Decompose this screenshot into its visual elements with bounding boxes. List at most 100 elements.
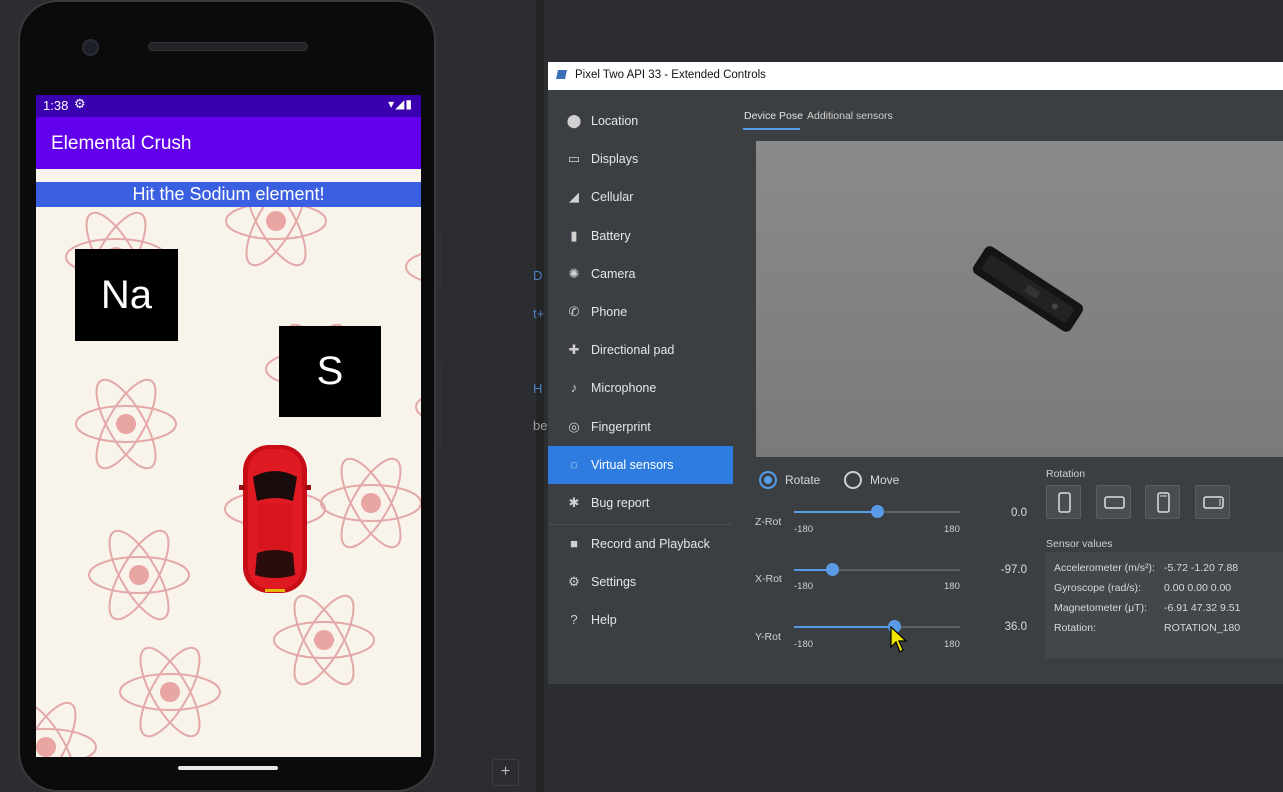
magnetometer-values: -6.91 47.32 9.51 <box>1164 602 1241 614</box>
move-label: Move <box>870 473 900 487</box>
accelerometer-values: -5.72 -1.20 7.88 <box>1164 562 1239 574</box>
add-button[interactable]: + <box>492 759 519 786</box>
front-camera <box>82 39 99 56</box>
sidebar-item-label: Directional pad <box>591 343 675 357</box>
extended-controls-window: Pixel Two API 33 - Extended Controls ⬤ L… <box>548 62 1283 684</box>
rotate-radio[interactable] <box>759 471 777 489</box>
element-tile-sodium[interactable]: Na <box>75 249 178 341</box>
settings-gear-icon: ⚙ <box>74 96 86 111</box>
atom-decoration <box>405 213 421 321</box>
sidebar-item-battery[interactable]: ▮ Battery <box>548 217 733 255</box>
atom-decoration <box>88 521 190 629</box>
slider-thumb[interactable] <box>826 563 840 576</box>
video-camera-icon: ■ <box>570 536 578 551</box>
display-icon: ▭ <box>567 151 581 166</box>
sidebar-item-cellular[interactable]: ◢ Cellular <box>548 178 733 216</box>
sidebar-item-directional-pad[interactable]: ✚ Directional pad <box>548 331 733 369</box>
atom-decoration <box>273 586 375 694</box>
move-radio[interactable] <box>844 471 862 489</box>
sidebar-item-label: Location <box>591 114 639 128</box>
gear-icon: ⚙ <box>568 574 580 589</box>
ide-text-fragment: be <box>533 418 548 433</box>
sidebar-item-label: Bug report <box>591 496 650 510</box>
gesture-nav-bar[interactable] <box>178 766 278 770</box>
active-tab-indicator <box>743 128 800 130</box>
sidebar-item-label: Displays <box>591 152 639 166</box>
portrait-icon <box>1058 492 1071 513</box>
status-time: 1:38 <box>43 98 69 113</box>
magnetometer-label: Magnetometer (μT): <box>1054 602 1147 614</box>
atom-decoration <box>225 207 327 275</box>
sidebar-item-label: Fingerprint <box>591 420 651 434</box>
sidebar-item-help[interactable]: ? Help <box>548 601 733 639</box>
atom-decoration <box>36 693 97 757</box>
reverse-portrait-icon <box>1157 492 1170 513</box>
z-rot-label: Z-Rot <box>755 516 782 528</box>
bug-icon: ✱ <box>568 495 580 510</box>
rotate-portrait-button[interactable] <box>1046 485 1081 519</box>
slider-thumb[interactable] <box>871 505 884 518</box>
phone-handset-icon: ✆ <box>568 304 580 319</box>
sidebar-item-label: Battery <box>591 229 631 243</box>
sidebar-item-phone[interactable]: ✆ Phone <box>548 293 733 331</box>
sidebar-item-fingerprint[interactable]: ◎ Fingerprint <box>548 408 733 446</box>
window-titlebar[interactable]: Pixel Two API 33 - Extended Controls <box>548 62 1283 90</box>
x-rot-value: -97.0 <box>1000 564 1027 576</box>
x-rot-slider[interactable] <box>794 563 960 576</box>
battery-icon: ▮ <box>570 228 578 243</box>
rotation-sensor-value: ROTATION_180 <box>1164 622 1241 634</box>
sidebar-item-displays[interactable]: ▭ Displays <box>548 140 733 178</box>
x-rot-label: X-Rot <box>755 573 782 585</box>
controls-sidebar: ⬤ Location ▭ Displays ◢ Cellular ▮ Batte… <box>548 90 733 684</box>
rotate-reverse-landscape-button[interactable] <box>1195 485 1230 519</box>
sidebar-item-label: Phone <box>591 305 628 319</box>
ide-text-fragment: D <box>533 268 543 283</box>
z-rot-value: 0.0 <box>1011 507 1027 519</box>
y-rot-min: -180 <box>794 639 814 650</box>
landscape-icon <box>1104 496 1125 509</box>
z-rot-max: 180 <box>944 524 960 535</box>
cell-signal-icon: ◢ <box>395 97 406 111</box>
sidebar-item-settings[interactable]: ⚙ Settings <box>548 563 733 601</box>
sensors-icon: ◌ <box>570 457 578 472</box>
sidebar-item-bug-report[interactable]: ✱ Bug report <box>548 484 733 522</box>
rotate-landscape-button[interactable] <box>1096 485 1131 519</box>
help-icon: ? <box>570 612 578 627</box>
player-car[interactable] <box>239 443 311 595</box>
sidebar-item-microphone[interactable]: ♪ Microphone <box>548 369 733 407</box>
device-3d-model[interactable] <box>756 141 1283 457</box>
device-pose-viewport[interactable] <box>756 141 1283 457</box>
power-button[interactable] <box>436 360 442 450</box>
z-rot-slider[interactable] <box>794 505 960 518</box>
sidebar-item-camera[interactable]: ✺ Camera <box>548 255 733 293</box>
location-pin-icon: ⬤ <box>566 113 582 128</box>
ide-text-fragment: t+ <box>533 306 545 321</box>
sidebar-item-virtual-sensors[interactable]: ◌ Virtual sensors <box>548 446 733 484</box>
window-title: Pixel Two API 33 - Extended Controls <box>575 69 766 81</box>
tab-additional-sensors[interactable]: Additional sensors <box>807 110 893 122</box>
volume-button[interactable] <box>436 230 442 290</box>
y-rot-value: 36.0 <box>1004 621 1027 633</box>
y-rot-slider[interactable] <box>794 620 960 633</box>
rotation-sensor-label: Rotation: <box>1054 622 1097 634</box>
sensor-values-heading: Sensor values <box>1046 538 1113 550</box>
cellular-signal-icon: ◢ <box>569 189 579 204</box>
z-rot-min: -180 <box>794 524 814 535</box>
phone-screen[interactable]: 1:38 ⚙ ▾◢▮ Elemental Crush Hit the Sodiu… <box>36 95 421 757</box>
camera-aperture-icon: ✺ <box>568 266 580 281</box>
reverse-landscape-icon <box>1203 496 1224 509</box>
sidebar-item-location[interactable]: ⬤ Location <box>548 102 733 140</box>
atom-decoration <box>75 370 177 478</box>
sensor-values-box: Accelerometer (m/s²): -5.72 -1.20 7.88 G… <box>1045 552 1283 658</box>
microphone-icon: ♪ <box>570 380 578 395</box>
ide-splitter[interactable] <box>536 0 544 792</box>
sidebar-item-record-and-playback[interactable]: ■ Record and Playback <box>548 525 733 563</box>
app-bar: Elemental Crush <box>36 117 421 169</box>
gyroscope-values: 0.00 0.00 0.00 <box>1164 582 1232 594</box>
sidebar-item-label: Camera <box>591 267 636 281</box>
app-title: Elemental Crush <box>51 133 192 154</box>
element-tile-sulfur[interactable]: S <box>279 326 381 417</box>
rotate-reverse-portrait-button[interactable] <box>1145 485 1180 519</box>
tab-device-pose[interactable]: Device Pose <box>744 110 803 122</box>
status-bar: 1:38 ⚙ ▾◢▮ <box>36 95 421 117</box>
